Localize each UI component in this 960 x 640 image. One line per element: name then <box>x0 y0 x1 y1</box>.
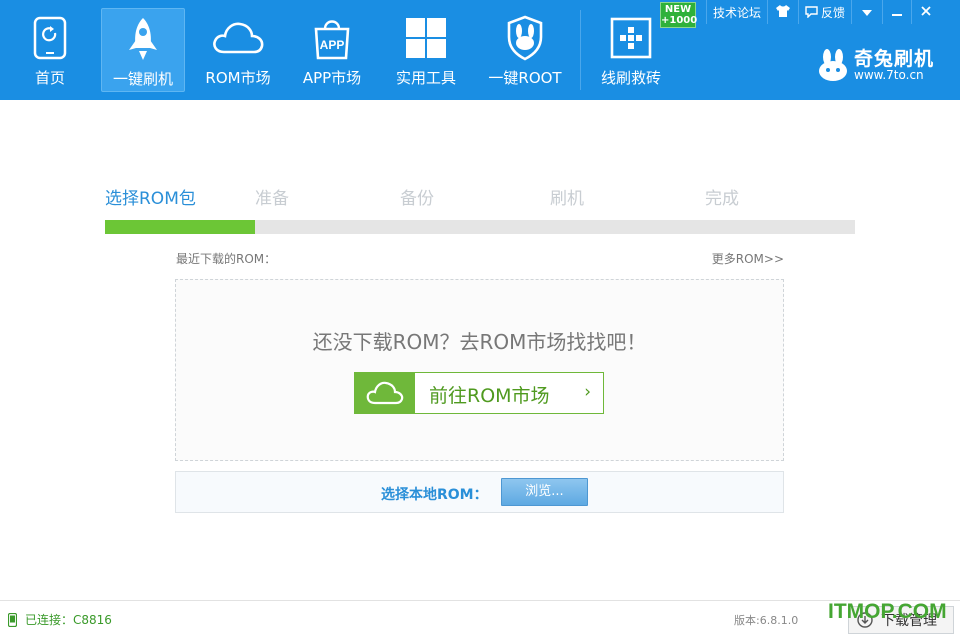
step-flash: 刷机 <box>550 189 584 209</box>
go-rom-market-button[interactable]: 前往ROM市场 › <box>354 372 604 414</box>
nav-rom-market-label: ROM市场 <box>205 69 271 87</box>
nav-one-click-root-label: 一键ROOT <box>488 69 562 87</box>
step-select-rom: 选择ROM包 <box>105 189 196 209</box>
top-header: 首页 一键刷机 ROM市场 APP APP市场 实用工具 一键ROOT 线刷救砖… <box>0 0 960 100</box>
shopping-bag-icon: APP <box>304 14 360 62</box>
nav-one-click-flash-label: 一键刷机 <box>112 70 173 88</box>
footer-divider <box>0 600 960 601</box>
phone-connected-icon <box>8 612 17 627</box>
nav-one-click-root[interactable]: 一键ROOT <box>482 8 568 92</box>
empty-rom-message: 还没下载ROM？去ROM市场找找吧！ <box>312 330 647 354</box>
forum-link[interactable]: 技术论坛 <box>707 0 767 24</box>
cloud-icon <box>355 373 415 413</box>
minimize-button[interactable] <box>883 0 911 24</box>
rocket-icon <box>115 15 171 63</box>
new-badge: NEW +1000 <box>660 2 698 28</box>
browse-button[interactable]: 浏览... <box>501 478 588 506</box>
nav-one-click-flash[interactable]: 一键刷机 <box>101 8 185 92</box>
feedback-label: 反馈 <box>821 5 846 20</box>
close-icon <box>921 5 931 19</box>
step-backup: 备份 <box>400 189 434 209</box>
connection-status: 已连接：C8816 <box>8 611 112 628</box>
menu-dropdown-button[interactable] <box>852 0 882 24</box>
nav-home-label: 首页 <box>34 69 65 87</box>
nav-app-market[interactable]: APP APP市场 <box>294 8 370 92</box>
nav-tools-label: 实用工具 <box>395 69 456 87</box>
chevron-right-icon: › <box>584 382 591 402</box>
new-badge-line1: NEW <box>664 4 692 15</box>
nav-app-market-label: APP市场 <box>302 69 362 87</box>
grid-icon <box>398 14 454 62</box>
skin-button[interactable] <box>768 0 798 24</box>
step-complete: 完成 <box>705 189 739 209</box>
speech-bubble-icon <box>805 6 818 18</box>
cloud-icon <box>210 14 266 62</box>
recent-rom-empty-panel: 还没下载ROM？去ROM市场找找吧！ 前往ROM市场 › <box>175 279 784 461</box>
progress-bar <box>105 220 855 234</box>
close-button[interactable] <box>912 0 940 24</box>
tshirt-icon <box>775 4 791 21</box>
minimize-icon <box>892 5 903 19</box>
local-rom-panel: 选择本地ROM： 浏览... <box>175 471 784 513</box>
app-icon-text: APP <box>320 38 345 52</box>
brick-plus-icon <box>603 14 659 62</box>
go-rom-market-label: 前往ROM市场 <box>429 385 550 407</box>
more-rom-link[interactable]: 更多ROM>> <box>700 250 784 267</box>
brand-url: www.7to.cn <box>854 68 924 82</box>
brand-logo: 奇兔刷机 www.7to.cn <box>816 44 946 88</box>
chevron-down-icon <box>862 5 873 19</box>
rabbit-logo-icon <box>816 48 850 86</box>
nav-divider <box>580 10 581 90</box>
nav-rom-market[interactable]: ROM市场 <box>198 8 278 92</box>
nav-brick-rescue[interactable]: 线刷救砖 <box>592 8 670 92</box>
recent-rom-label: 最近下载的ROM： <box>176 252 277 266</box>
progress-fill <box>105 220 255 234</box>
local-rom-label: 选择本地ROM： <box>381 487 488 503</box>
connection-status-text: 已连接：C8816 <box>25 613 112 627</box>
top-toolbar: 技术论坛 反馈 <box>706 0 940 24</box>
rabbit-shield-icon <box>497 14 553 62</box>
step-prepare: 准备 <box>255 189 289 209</box>
site-watermark: ITMOP.COM <box>828 600 947 623</box>
nav-home[interactable]: 首页 <box>14 8 86 92</box>
nav-brick-rescue-label: 线刷救砖 <box>600 69 661 87</box>
version-label: 版本:6.8.1.0 <box>734 614 799 627</box>
phone-refresh-icon <box>22 14 78 62</box>
new-badge-line2: +1000 <box>661 15 698 26</box>
feedback-button[interactable]: 反馈 <box>799 0 851 24</box>
nav-tools[interactable]: 实用工具 <box>388 8 464 92</box>
brand-name: 奇兔刷机 <box>854 48 935 70</box>
